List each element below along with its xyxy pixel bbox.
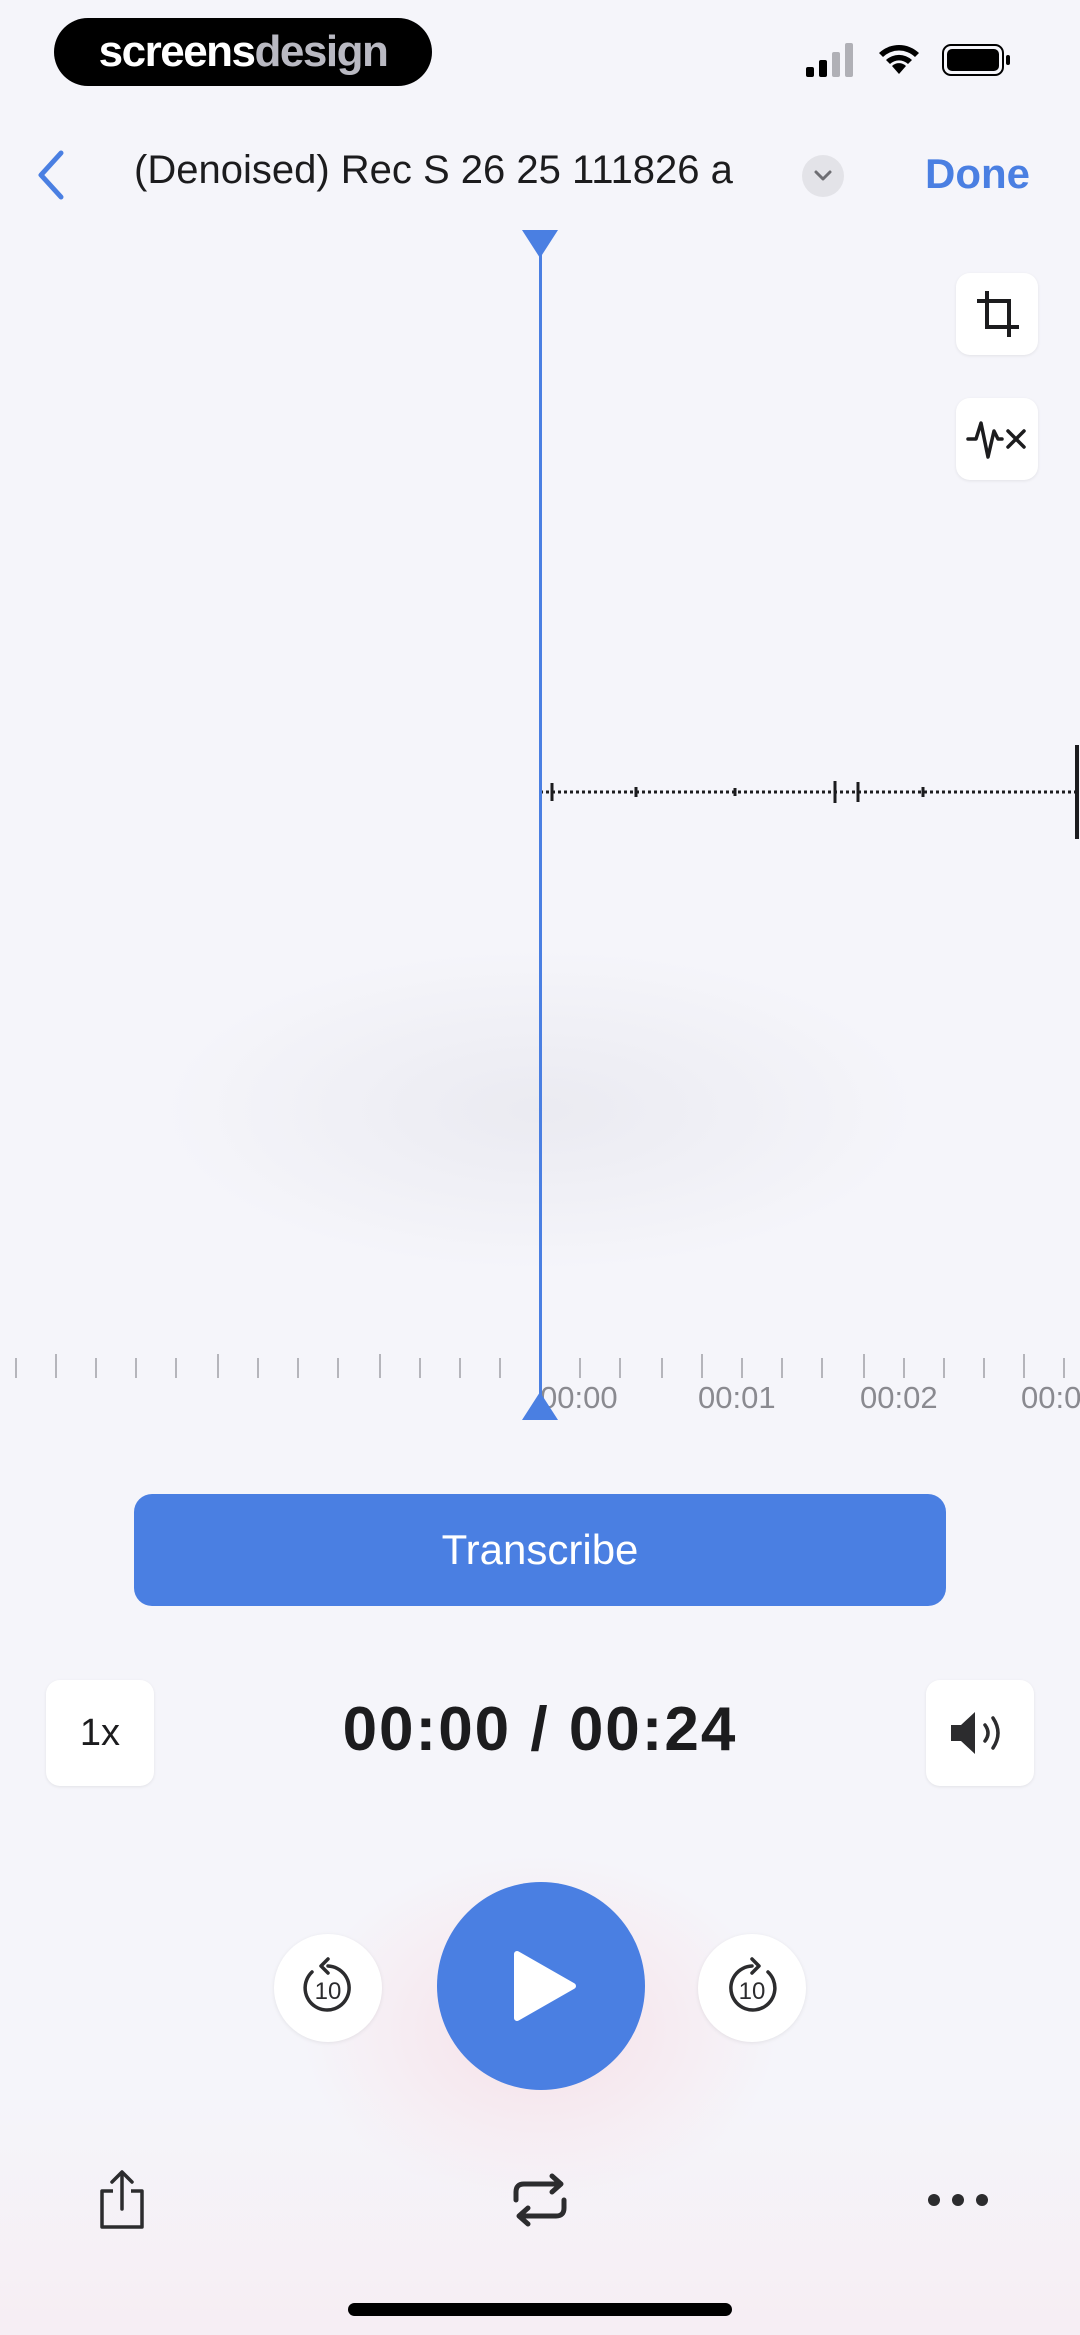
done-button[interactable]: Done [925,150,1030,198]
wifi-icon [879,45,919,74]
time-readout: 00:00 / 00:24 [342,1695,738,1764]
waveform-x-icon [966,421,1026,459]
chevron-down-icon [814,170,832,181]
loop-button[interactable] [500,2160,580,2240]
ellipsis-icon [928,2194,988,2206]
playhead[interactable] [539,238,542,1408]
title-menu-button[interactable] [802,155,844,197]
waveform [540,745,1080,839]
crop-button[interactable] [956,273,1038,355]
recording-title[interactable]: (Denoised) Rec S 26 25 111826 a [134,148,733,193]
skip-back-10-button[interactable]: 10 [274,1934,382,2042]
back-button[interactable] [28,145,72,205]
play-icon [514,1951,576,2021]
tick-label-3: 00:0 [1021,1380,1080,1415]
playhead-top-handle[interactable] [520,230,560,260]
share-button[interactable] [82,2160,162,2240]
brand-text-primary: screens [98,27,256,76]
crop-icon [977,291,1019,337]
home-indicator[interactable] [348,2303,732,2316]
skip-forward-10-button[interactable]: 10 [698,1934,806,2042]
share-icon [100,2170,144,2229]
skip-back-label: 10 [315,1978,342,2005]
playhead-bottom-handle[interactable] [520,1390,560,1420]
speaker-icon [951,1712,1000,1754]
more-button[interactable] [918,2160,998,2240]
skip-forward-icon: 10 [729,1957,777,2012]
tick-label-2: 00:02 [860,1380,938,1415]
playback-speed-button[interactable]: 1x [46,1680,154,1786]
skip-forward-label: 10 [739,1978,766,2005]
brand-text-secondary: design [254,27,389,76]
skip-back-icon: 10 [303,1957,351,2012]
brand-watermark: screens design [54,18,432,86]
status-icons [806,40,1012,80]
transcribe-button[interactable]: Transcribe [134,1494,946,1606]
play-button[interactable] [437,1882,645,2090]
chevron-left-icon [38,150,64,200]
repeat-icon [513,2173,567,2227]
tick-label-1: 00:01 [698,1380,776,1415]
volume-button[interactable] [926,1680,1034,1786]
battery-icon [942,44,1010,76]
screen: screens design (Denoised) Rec S 26 25 111… [0,0,1080,2335]
denoise-button[interactable] [956,398,1038,480]
cellular-signal-icon [806,43,853,77]
